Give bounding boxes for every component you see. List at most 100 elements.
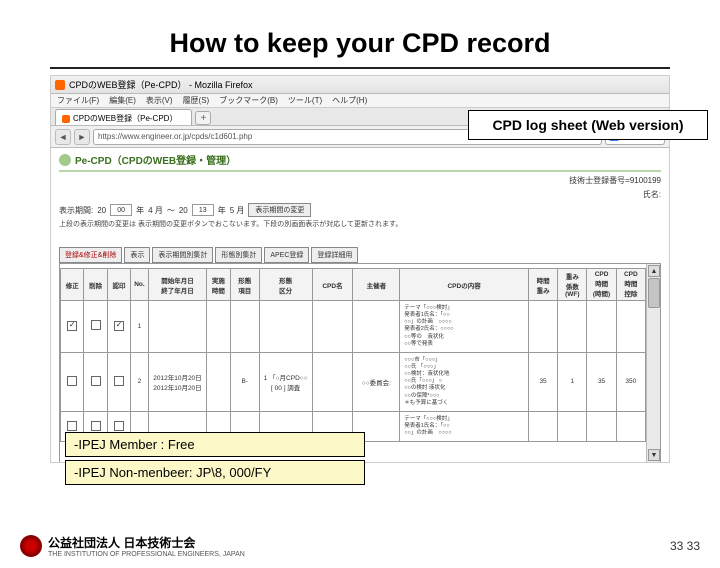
action-period-total[interactable]: 表示期間別集計: [152, 247, 213, 263]
browser-tab[interactable]: CPDのWEB登録（Pe-CPD）: [55, 109, 192, 125]
action-row: 登録&修正&削除 表示 表示期間別集計 形態別集計 APEC登録 登録詳細用: [59, 247, 661, 263]
to-year-input[interactable]: 13: [192, 204, 214, 216]
table-cell: [558, 301, 587, 353]
table-header: CPDの内容: [400, 269, 529, 301]
from-prefix: 20: [97, 206, 106, 215]
table-cell: B-: [230, 352, 259, 411]
tab-label: CPDのWEB登録（Pe-CPD）: [73, 113, 177, 124]
from-suffix: 年: [136, 205, 144, 216]
checkbox[interactable]: [91, 320, 101, 330]
table-cell: [230, 301, 259, 353]
table-cell: [353, 301, 400, 353]
to-month: 5 月: [230, 205, 245, 216]
table-cell: テーマ「○○○検討」発表者1氏名：「○○○○」の計画 ○○○○: [400, 411, 529, 441]
table-cell: [528, 411, 557, 441]
table-cell: [84, 352, 107, 411]
note-member-free: -IPEJ Member : Free: [65, 432, 365, 457]
checkbox[interactable]: [114, 321, 124, 331]
table-cell: [312, 301, 353, 353]
menu-history[interactable]: 履歴(S): [183, 95, 210, 106]
to-prefix: 20: [179, 206, 188, 215]
table-header: 重み係数(WF): [558, 269, 587, 301]
reg-no: 技術士登録番号=9100199: [569, 175, 661, 186]
slide-footer: 公益社団法人 日本技術士会 THE INSTITUTION OF PROFESS…: [20, 534, 700, 558]
checkbox[interactable]: [91, 421, 101, 431]
checkbox[interactable]: [67, 421, 77, 431]
menu-view[interactable]: 表示(V): [146, 95, 173, 106]
table-row: 1 テーマ「○○○検討」発表者1氏名：「○○○○」の計画 ○○○○発表者2氏名：○…: [61, 301, 646, 353]
new-tab-button[interactable]: +: [195, 111, 211, 125]
scroll-up-icon[interactable]: ▲: [648, 265, 660, 277]
checkbox[interactable]: [67, 321, 77, 331]
table-header: CPD時間(時間): [587, 269, 616, 301]
menu-edit[interactable]: 編集(E): [109, 95, 136, 106]
action-register[interactable]: 登録&修正&削除: [59, 247, 122, 263]
table-cell: テーマ「○○○検討」発表者1氏名：「○○○○」の計画 ○○○○発表者2氏名：○○…: [400, 301, 529, 353]
table-cell: 1: [131, 301, 149, 353]
action-type-total[interactable]: 形態別集計: [215, 247, 262, 263]
window-title: CPDのWEB登録（Pe-CPD） - Mozilla Firefox: [69, 78, 253, 91]
page-number: 33 33: [670, 539, 700, 553]
table-cell: [148, 301, 207, 353]
menu-bar[interactable]: ファイル(F) 編集(E) 表示(V) 履歴(S) ブックマーク(B) ツール(…: [51, 94, 669, 108]
table-cell: 2012年10月20日2012年10月20日: [148, 352, 207, 411]
change-period-button[interactable]: 表示期間の変更: [248, 203, 311, 217]
menu-bookmarks[interactable]: ブックマーク(B): [219, 95, 278, 106]
table-cell: 35: [587, 352, 616, 411]
menu-tools[interactable]: ツール(T): [288, 95, 322, 106]
firefox-icon: [55, 80, 65, 90]
table-cell: [312, 352, 353, 411]
forward-button[interactable]: ►: [74, 129, 90, 145]
scroll-down-icon[interactable]: ▼: [648, 449, 660, 461]
table-cell: [107, 301, 130, 353]
table-cell: 1 「○月CPD○○[ 00 ] 調査: [259, 352, 312, 411]
table-header: 修正: [61, 269, 84, 301]
scroll-thumb[interactable]: [648, 278, 660, 308]
tab-favicon: [62, 115, 70, 123]
table-cell: 1: [558, 352, 587, 411]
back-button[interactable]: ◄: [55, 129, 71, 145]
table-cell: ○○○市「○○○」○○氏 「○○○」○○検討：液状化地○○氏「○○○」 ○○○の…: [400, 352, 529, 411]
cpd-table: 修正削除認印No.開始年月日終了年月日実施時間形態項目形態区分CPD名主催者CP…: [60, 268, 646, 442]
table-scrollbar[interactable]: ▲ ▼: [646, 264, 660, 462]
table-header: 開始年月日終了年月日: [148, 269, 207, 301]
menu-help[interactable]: ヘルプ(H): [332, 95, 367, 106]
ipej-logo: [20, 535, 42, 557]
table-cell: [61, 352, 84, 411]
table-cell: [587, 411, 616, 441]
checkbox[interactable]: [91, 376, 101, 386]
table-cell: 35: [528, 352, 557, 411]
table-cell: 350: [616, 352, 645, 411]
from-year-input[interactable]: 00: [110, 204, 132, 216]
pe-cpd-logo: [59, 154, 71, 166]
table-cell: [616, 411, 645, 441]
table-header: 主催者: [353, 269, 400, 301]
table-cell: [61, 301, 84, 353]
checkbox[interactable]: [114, 376, 124, 386]
window-titlebar: CPDのWEB登録（Pe-CPD） - Mozilla Firefox: [51, 76, 669, 94]
slide-title: How to keep your CPD record: [0, 28, 720, 59]
table-header: 認印: [107, 269, 130, 301]
checkbox[interactable]: [67, 376, 77, 386]
note-nonmember-fee: -IPEJ Non-menbeer: JP\8, 000/FY: [65, 460, 365, 485]
table-cell: [259, 301, 312, 353]
callout-label: CPD log sheet (Web version): [468, 110, 708, 140]
table-cell: 2: [131, 352, 149, 411]
url-text: https://www.engineer.or.jp/cpds/c1d601.p…: [98, 132, 252, 141]
action-display[interactable]: 表示: [124, 247, 150, 263]
table-row: 22012年10月20日2012年10月20日 B-1 「○月CPD○○[ 00 …: [61, 352, 646, 411]
table-cell: [107, 352, 130, 411]
action-detail[interactable]: 登録詳細用: [311, 247, 358, 263]
title-underline: [50, 67, 670, 69]
page-title: Pe-CPD（CPDのWEB登録・管理）: [75, 152, 236, 167]
menu-file[interactable]: ファイル(F): [57, 95, 99, 106]
table-header: 形態項目: [230, 269, 259, 301]
table-cell: [558, 411, 587, 441]
checkbox[interactable]: [114, 421, 124, 431]
footer-en: THE INSTITUTION OF PROFESSIONAL ENGINEER…: [48, 551, 245, 558]
table-cell: [207, 301, 230, 353]
period-row: 表示期間: 20 00 年 4 月 ～ 20 13 年 5 月 表示期間の変更: [59, 203, 661, 217]
from-month: 4 月: [148, 205, 163, 216]
period-label: 表示期間:: [59, 205, 93, 216]
action-apec[interactable]: APEC登録: [264, 247, 309, 263]
